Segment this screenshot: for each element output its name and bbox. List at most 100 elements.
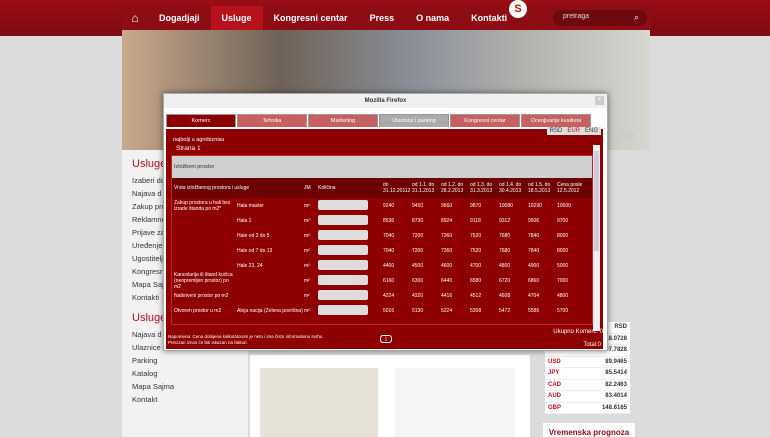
table-row: Zakup prostora u hali bez izrade štanda … bbox=[172, 198, 592, 213]
price-cell: 4900 bbox=[528, 262, 540, 269]
price-cell: 8924 bbox=[441, 217, 453, 224]
logo-icon[interactable]: S bbox=[509, 0, 527, 18]
quantity-input[interactable] bbox=[318, 229, 368, 240]
row-group: Kancelarija ili štand kućica (neopremlje… bbox=[174, 271, 233, 290]
table-row: Kancelarija ili štand kućica (neopremlje… bbox=[172, 271, 592, 290]
row-item: Hala 1 bbox=[237, 217, 252, 224]
sidebar-item[interactable]: Mapa Sajma bbox=[122, 380, 248, 393]
price-cell: 4512 bbox=[470, 292, 482, 299]
nav-o-nama[interactable]: O nama bbox=[405, 6, 460, 30]
tab-marketing[interactable]: Marketing bbox=[308, 114, 378, 127]
scrollbar[interactable] bbox=[593, 145, 600, 331]
search-placeholder: pretraga bbox=[563, 13, 590, 20]
price-cell: 5472 bbox=[499, 307, 511, 314]
close-icon[interactable]: × bbox=[595, 96, 604, 105]
weather-heading[interactable]: Vremenska prognoza bbox=[543, 423, 635, 437]
price-cell: 5586 bbox=[528, 307, 540, 314]
price-cell: 6720 bbox=[499, 277, 511, 284]
tab-ocenjivanje[interactable]: Ocenjivanje kvaliteta bbox=[521, 114, 591, 127]
price-cell: 4700 bbox=[470, 262, 482, 269]
page-label: Strana 1 bbox=[176, 145, 201, 152]
rate-row: GBP 148.6165 bbox=[545, 402, 630, 414]
price-cell: 7840 bbox=[528, 247, 540, 254]
sidebar-item[interactable]: Kontakt bbox=[122, 393, 248, 406]
price-cell: 6860 bbox=[528, 277, 540, 284]
section-header: Izložbeni prostor bbox=[172, 156, 592, 178]
quantity-input[interactable] bbox=[318, 199, 368, 210]
price-cell: 7680 bbox=[499, 247, 511, 254]
rate-row: AUD 83.4014 bbox=[545, 391, 630, 403]
col-header: od 1.1. do 31.1.2013 bbox=[412, 182, 435, 194]
nav-kongresni-centar[interactable]: Kongresni centar bbox=[263, 6, 359, 30]
col-header: od 1.4. do 30.4.2013 bbox=[499, 182, 522, 194]
rate-row: CAD 82.2463 bbox=[545, 379, 630, 391]
row-group: Zakup prostora u hali bez izrade štanda … bbox=[174, 199, 231, 212]
row-unit: m² bbox=[304, 247, 310, 254]
row-unit: m² bbox=[304, 277, 310, 284]
rate-row: USD 89.9465 bbox=[545, 356, 630, 368]
nav-usluge[interactable]: Usluge bbox=[210, 6, 263, 30]
price-cell: 10500 bbox=[557, 202, 571, 209]
price-cell: 5000 bbox=[557, 262, 569, 269]
currency-eur[interactable]: EUR bbox=[567, 128, 580, 134]
table-row: Natkriveni prostor po m2 m² 4224 4320 4416 45… bbox=[172, 288, 592, 303]
price-cell: 8730 bbox=[412, 217, 424, 224]
search-input[interactable]: pretraga ⌕ bbox=[553, 10, 647, 26]
sidebar-item[interactable]: Katalog bbox=[122, 367, 248, 380]
quantity-input[interactable] bbox=[318, 244, 368, 255]
nav-press[interactable]: Press bbox=[359, 6, 406, 30]
price-cell: 5224 bbox=[441, 307, 453, 314]
row-item: Hala master bbox=[237, 202, 264, 209]
price-cell: 7680 bbox=[499, 232, 511, 239]
tab-tehnika[interactable]: Tehnika bbox=[237, 114, 307, 127]
col-header: od 1.3. do 31.3.2013 bbox=[470, 182, 493, 194]
total-komerc: Ukupno Komerc: 0 bbox=[553, 329, 603, 335]
total: Total:0 bbox=[583, 342, 601, 348]
currency-switch: RSD EUR ENG bbox=[546, 127, 601, 135]
rate-row: JPY 85.5414 bbox=[545, 368, 630, 380]
tab-ulaznice-parking[interactable]: Ulaznice i parking bbox=[379, 114, 449, 127]
price-cell: 6160 bbox=[383, 277, 395, 284]
price-cell: 9700 bbox=[557, 217, 569, 224]
price-cell: 9240 bbox=[383, 202, 395, 209]
price-cell: 10080 bbox=[499, 202, 513, 209]
currency-rsd[interactable]: RSD bbox=[550, 128, 563, 134]
next-arrow-icon[interactable]: ➦ bbox=[620, 122, 637, 147]
search-icon[interactable]: ⌕ bbox=[634, 12, 639, 23]
map-image[interactable] bbox=[260, 368, 378, 437]
price-cell: 9118 bbox=[470, 217, 481, 224]
table-row: Hale od 3 do 5 m² 7040 7200 7360 7520 7680 7840… bbox=[172, 228, 592, 243]
row-item: Hale 23, 24 bbox=[237, 262, 263, 269]
price-cell: 7200 bbox=[412, 247, 424, 254]
price-cell: 4800 bbox=[499, 262, 511, 269]
table-row: Hala 1 m² 8536 8730 8924 9118 9312 9506 9700 bbox=[172, 213, 592, 228]
price-cell: 4500 bbox=[412, 262, 424, 269]
home-icon[interactable]: ⌂ bbox=[122, 11, 148, 25]
sidebar-item[interactable]: Parking bbox=[122, 354, 248, 367]
fair-plan-image[interactable] bbox=[395, 368, 515, 437]
price-cell: 6440 bbox=[441, 277, 453, 284]
price-cell: 4704 bbox=[528, 292, 540, 299]
quantity-input[interactable] bbox=[318, 304, 368, 315]
price-cell: 4600 bbox=[441, 262, 453, 269]
col-header: do 31.12.20112 bbox=[383, 182, 411, 194]
quantity-input[interactable] bbox=[318, 274, 368, 285]
tab-komerc[interactable]: Komerc bbox=[166, 114, 236, 127]
language-eng[interactable]: ENG bbox=[585, 128, 598, 134]
download-icon[interactable]: ⤓ bbox=[380, 335, 392, 343]
tab-kongresni-centar[interactable]: Kongresni centar bbox=[450, 114, 520, 127]
quantity-input[interactable] bbox=[318, 259, 368, 270]
row-unit: m² bbox=[304, 307, 310, 314]
table-header: Vrsta izložbenog prostora i usluge JM Ko… bbox=[172, 178, 592, 198]
price-cell: 5016 bbox=[383, 307, 395, 314]
row-item: Hale od 7 do 13 bbox=[237, 247, 273, 254]
price-cell: 10290 bbox=[528, 202, 542, 209]
row-item: Aleja nacija (Zelena površina) bbox=[237, 307, 303, 314]
price-cell: 4416 bbox=[441, 292, 453, 299]
price-cell: 7840 bbox=[528, 232, 540, 239]
quantity-input[interactable] bbox=[318, 214, 368, 225]
quantity-input[interactable] bbox=[318, 289, 368, 300]
price-cell: 9660 bbox=[441, 202, 453, 209]
price-cell: 7360 bbox=[441, 247, 453, 254]
nav-dogadjaji[interactable]: Dogadjaji bbox=[148, 6, 211, 30]
